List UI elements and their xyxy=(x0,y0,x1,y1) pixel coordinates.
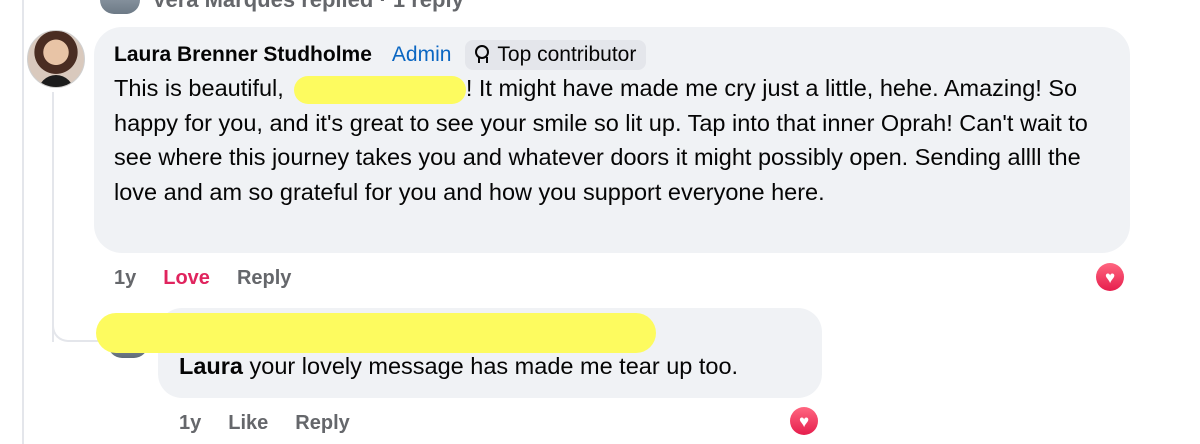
comment-bubble: Laura Brenner Studholme Admin Top contri… xyxy=(94,27,1130,253)
replies-summary-text[interactable]: Vera Marques replied · 1 reply xyxy=(152,0,464,13)
thread-edge-line xyxy=(22,0,24,444)
avatar xyxy=(100,0,140,14)
like-button[interactable]: Like xyxy=(228,412,268,435)
reply-time[interactable]: 1y xyxy=(179,412,201,435)
mention-link[interactable]: Laura xyxy=(179,353,243,379)
award-icon xyxy=(475,45,490,65)
comment-text: This is beautiful,! It might have made m… xyxy=(114,71,1114,209)
badge-label: Top contributor xyxy=(497,43,637,66)
comment-actions: 1y Love Reply xyxy=(114,267,291,290)
heart-icon: ♥ xyxy=(790,407,818,435)
reply-button[interactable]: Reply xyxy=(237,267,291,290)
reply-text: Laura your lovely message has made me te… xyxy=(179,353,738,380)
reply-body: your lovely message has made me tear up … xyxy=(243,353,739,379)
reply-actions: 1y Like Reply xyxy=(179,412,350,435)
reaction-count[interactable]: ♥ xyxy=(1094,261,1126,293)
top-contributor-badge[interactable]: Top contributor xyxy=(465,40,647,70)
reaction-count[interactable]: ♥ xyxy=(788,405,820,437)
reply-button[interactable]: Reply xyxy=(295,412,349,435)
author-name[interactable]: Laura Brenner Studholme xyxy=(114,43,372,67)
comment-header: Laura Brenner Studholme Admin Top contri… xyxy=(114,40,647,70)
admin-label[interactable]: Admin xyxy=(392,43,452,67)
comment-time[interactable]: 1y xyxy=(114,267,136,290)
replies-summary[interactable]: Vera Marques replied · 1 reply xyxy=(100,0,464,14)
redaction-highlight xyxy=(96,313,656,353)
avatar[interactable] xyxy=(27,30,85,88)
comment-text-start: This is beautiful, xyxy=(114,75,284,101)
love-button[interactable]: Love xyxy=(163,267,210,290)
redaction-highlight xyxy=(293,75,466,104)
heart-icon: ♥ xyxy=(1096,263,1124,291)
